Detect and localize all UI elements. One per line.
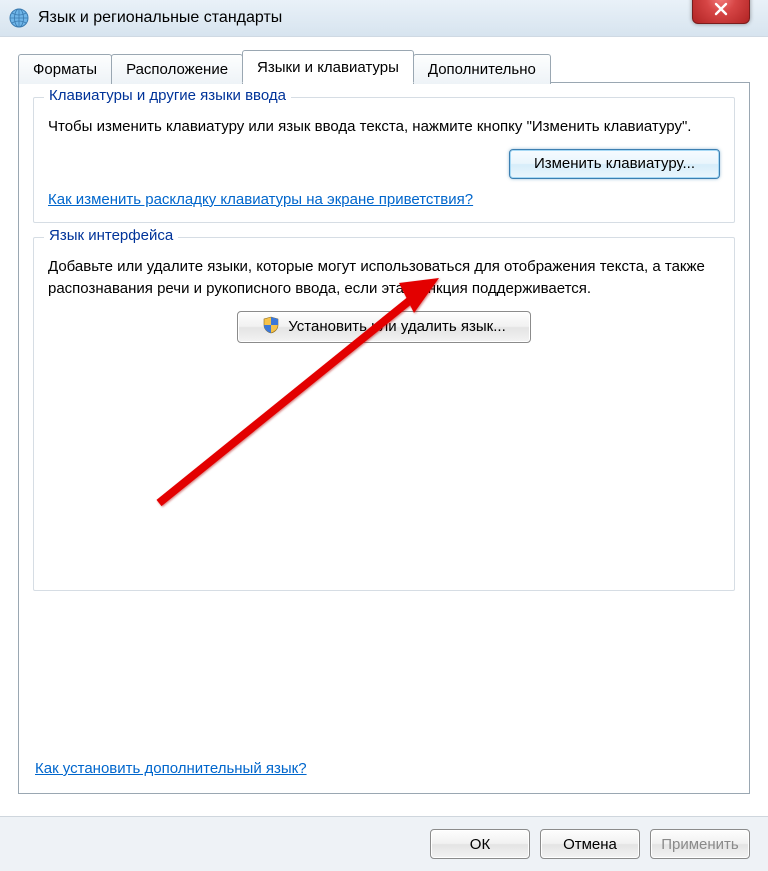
group-keyboards-text: Чтобы изменить клавиатуру или язык ввода…	[48, 116, 720, 139]
title-bar: Язык и региональные стандарты	[0, 0, 768, 37]
group-keyboards: Клавиатуры и другие языки ввода Чтобы из…	[33, 97, 735, 223]
apply-button[interactable]: Применить	[650, 829, 750, 859]
tab-panel: Клавиатуры и другие языки ввода Чтобы из…	[18, 82, 750, 794]
install-uninstall-language-label: Установить или удалить язык...	[288, 318, 506, 335]
tab-location[interactable]: Расположение	[111, 54, 243, 84]
globe-icon	[8, 7, 30, 29]
install-uninstall-language-button[interactable]: Установить или удалить язык...	[237, 311, 531, 343]
tab-formats[interactable]: Форматы	[18, 54, 112, 84]
close-button[interactable]	[692, 0, 750, 24]
cancel-button[interactable]: Отмена	[540, 829, 640, 859]
window-title: Язык и региональные стандарты	[38, 9, 282, 27]
client-area: Форматы Расположение Языки и клавиатуры …	[0, 36, 768, 871]
close-icon	[714, 2, 728, 16]
group-display-text: Добавьте или удалите языки, которые могу…	[48, 256, 720, 301]
group-display-legend: Язык интерфейса	[44, 227, 178, 244]
tab-strip: Форматы Расположение Языки и клавиатуры …	[18, 50, 750, 83]
tab-advanced[interactable]: Дополнительно	[413, 54, 551, 84]
group-display-language: Язык интерфейса Добавьте или удалите язы…	[33, 237, 735, 591]
change-keyboard-button[interactable]: Изменить клавиатуру...	[509, 149, 720, 179]
group-keyboards-legend: Клавиатуры и другие языки ввода	[44, 87, 291, 104]
ok-button[interactable]: ОК	[430, 829, 530, 859]
dialog-footer: ОК Отмена Применить	[0, 816, 768, 871]
tab-keyboards[interactable]: Языки и клавиатуры	[242, 50, 414, 83]
how-to-install-language-link[interactable]: Как установить дополнительный язык?	[35, 760, 307, 777]
dialog-window: Язык и региональные стандарты Форматы Ра…	[0, 0, 768, 871]
welcome-screen-link[interactable]: Как изменить раскладку клавиатуры на экр…	[48, 191, 473, 208]
shield-icon	[262, 316, 280, 338]
